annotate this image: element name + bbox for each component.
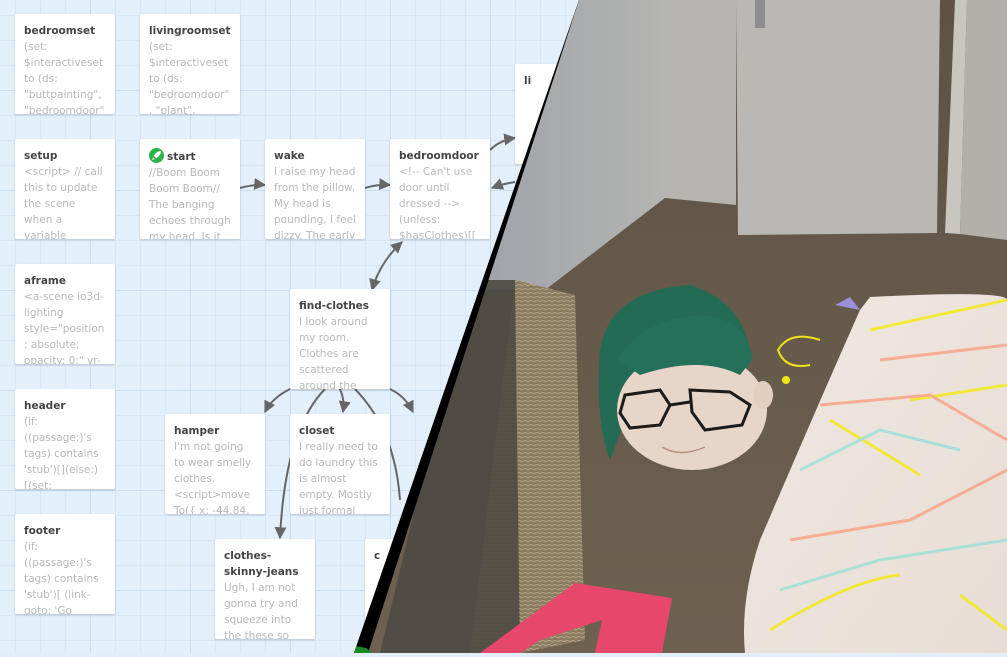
passage-excerpt: (set: $interactiveset to (ds: "buttpaint… [24,41,105,114]
passage-card-start[interactable]: start //Boom Boom Boom Boom// The bangin… [140,139,240,239]
passage-excerpt: <script> // call this to update the scen… [24,166,103,239]
passage-card[interactable]: bedroomdoor <!-- Can't use door until dr… [390,139,490,239]
link-findclothes-closet [338,388,351,414]
passage-title: bedroomset [24,25,96,37]
passage-excerpt: Ugh, I am not gonna try and squeeze into… [224,582,298,639]
passage-excerpt: <!-- Can't use door until dressed -->(un… [399,166,476,239]
link-start-wake [239,177,267,190]
link-bedroomdoor-findclothes [369,241,403,292]
back-wall [665,0,736,205]
passage-excerpt: I really need to do laundry this is almo… [299,441,378,514]
link-findclothes-other [389,388,414,414]
link-wake-bedroomdoor [364,178,392,191]
passage-card[interactable]: livingroomset (set: $interactiveset to (… [140,14,240,114]
passage-title: footer [24,525,61,537]
passage-title: livingroomset [149,25,231,37]
passage-excerpt: I look around my room. Clothes are scatt… [299,316,368,389]
passage-card[interactable]: aframe <a-scene io3d-lighting style="pos… [15,264,115,364]
passage-excerpt: (if: ((passage:)'s tags) contains 'stub'… [24,416,99,489]
passage-title: header [24,400,66,412]
passage-excerpt: (if: ((passage:)'s tags) contains 'stub'… [24,541,99,614]
passage-card[interactable]: header (if: ((passage:)'s tags) contains… [15,389,115,489]
passage-card[interactable]: hamper I'm not going to wear smelly clot… [165,414,265,514]
passage-title-row: start [149,148,231,165]
bedroom-door[interactable] [736,0,940,235]
passage-card[interactable]: setup <script> // call this to update th… [15,139,115,239]
passage-excerpt: I raise my head from the pillow. My head… [274,166,356,239]
passage-excerpt: <a-scene io3d-lighting style="position: … [24,291,105,364]
passage-title: hamper [174,425,220,437]
rocket-icon [149,148,164,163]
passage-excerpt: (set: $interactiveset to (ds: "bedroomdo… [149,41,230,114]
passage-card[interactable]: find-clothes I look around my room. Clot… [290,289,390,389]
passage-title: wake [274,150,305,162]
passage-title: aframe [24,275,66,287]
passage-excerpt: I'm not going to wear smelly clothes. <s… [174,441,252,514]
passage-title: bedroomdoor [399,150,479,162]
right-wall [960,0,1007,240]
passage-title: start [167,151,196,163]
link-findclothes-hamper [264,388,291,414]
link-bedroomdoor-livingroom [489,133,517,151]
passage-card[interactable]: wake I raise my head from the pillow. My… [265,139,365,239]
passage-title: clothes-skinny-jeans [224,550,299,578]
link-livingroom-bedroomdoor [490,178,516,190]
passage-card[interactable]: clothes-skinny-jeans Ugh, I am not gonna… [215,539,315,639]
passage-title: find-clothes [299,300,370,312]
passage-title: closet [299,425,335,437]
passage-card[interactable]: bedroomset (set: $interactiveset to (ds:… [15,14,115,114]
passage-title: setup [24,150,58,162]
passage-card[interactable]: closet I really need to do laundry this … [290,414,390,514]
door-handle [755,0,765,28]
passage-excerpt: //Boom Boom Boom Boom// The banging echo… [149,167,231,239]
passage-card[interactable]: footer (if: ((passage:)'s tags) contains… [15,514,115,614]
